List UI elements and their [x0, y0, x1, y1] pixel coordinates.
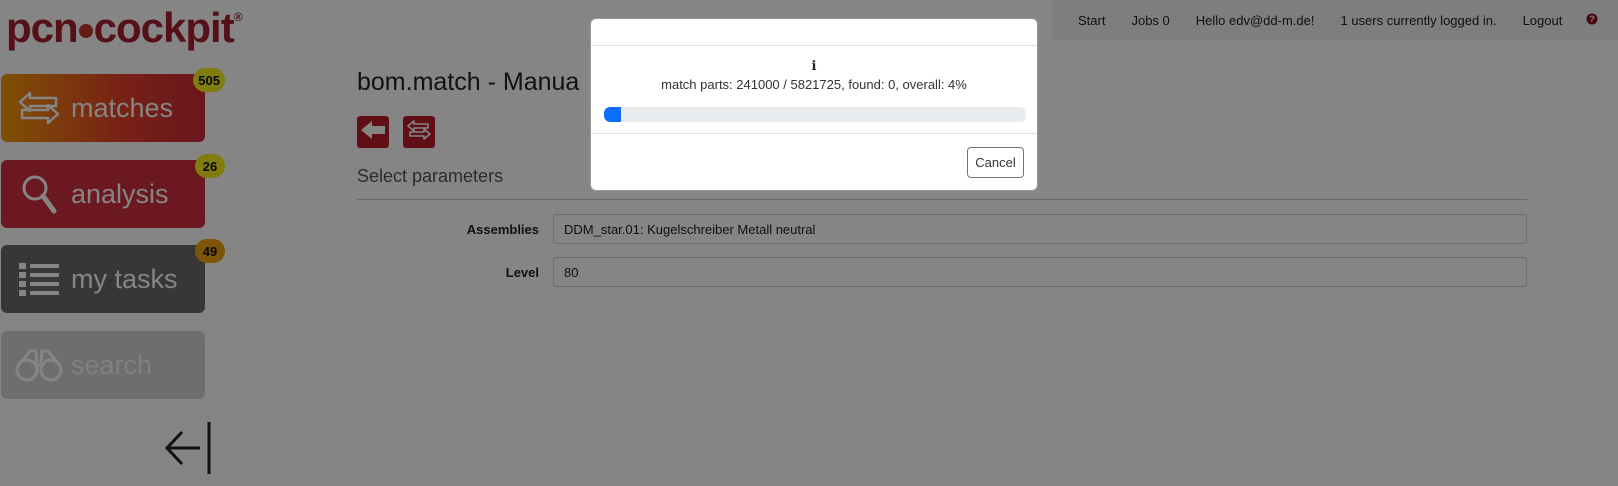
progress-message: match parts: 241000 / 5821725, found: 0,… — [661, 77, 967, 92]
progress-bar — [604, 107, 1026, 122]
progress-dialog: ℹ match parts: 241000 / 5821725, found: … — [590, 18, 1038, 191]
dialog-footer: Cancel — [591, 134, 1037, 190]
dialog-header — [591, 19, 1037, 46]
dialog-body: ℹ match parts: 241000 / 5821725, found: … — [591, 46, 1037, 134]
info-icon: ℹ — [811, 58, 817, 73]
progress-bar-fill — [604, 107, 621, 122]
cancel-button[interactable]: Cancel — [967, 147, 1024, 178]
